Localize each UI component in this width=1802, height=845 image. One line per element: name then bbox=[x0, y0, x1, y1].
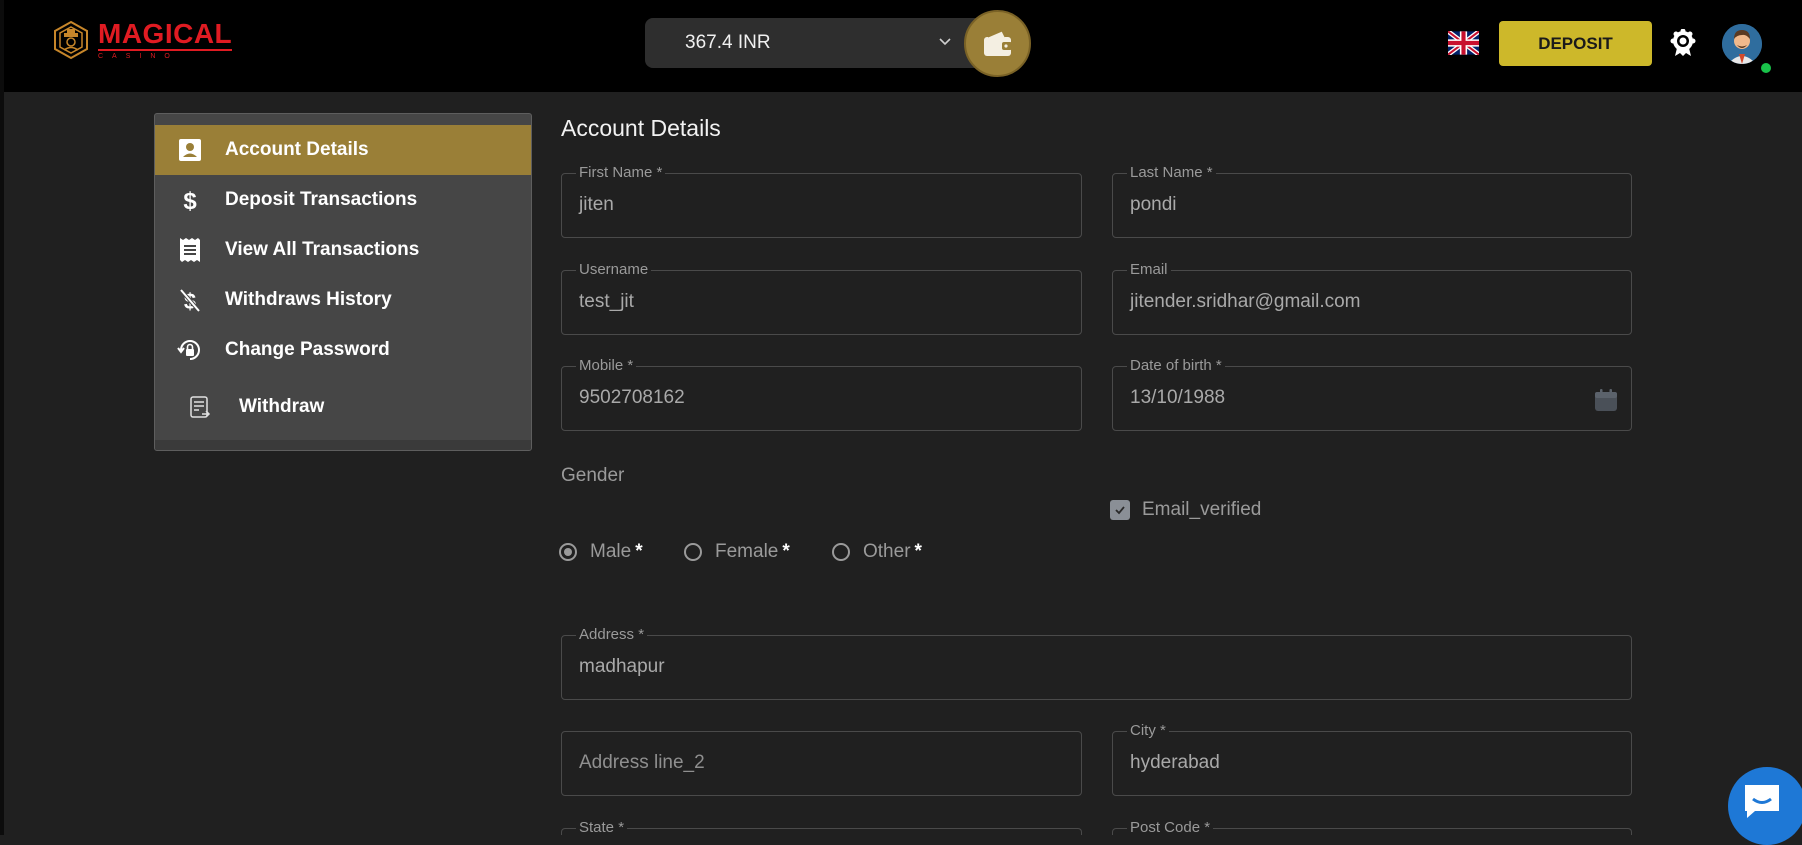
withdraw-document-icon bbox=[187, 394, 213, 420]
money-off-icon: $ bbox=[177, 287, 203, 313]
wallet-button[interactable] bbox=[964, 10, 1031, 77]
username-value: test_jit bbox=[579, 291, 634, 312]
account-sidebar: Account Details $ Deposit Transactions V… bbox=[154, 113, 532, 451]
radio-circle bbox=[684, 543, 702, 561]
first-name-label: First Name * bbox=[576, 164, 666, 182]
top-header: MAGICAL CASINO 367.4 INR DEPOSIT bbox=[4, 0, 1802, 92]
required-marker: * bbox=[914, 541, 922, 562]
logo-subtext: CASINO bbox=[98, 53, 179, 60]
account-box-icon bbox=[177, 137, 203, 163]
window-edge bbox=[0, 0, 4, 835]
email-verified-label: Email_verified bbox=[1142, 499, 1262, 520]
post-code-field[interactable]: Post Code * bbox=[1112, 819, 1632, 837]
email-verified-checkbox[interactable] bbox=[1110, 500, 1130, 520]
date-of-birth-value: 13/10/1988 bbox=[1130, 387, 1226, 408]
sidebar-footer-strip bbox=[155, 440, 531, 450]
live-chat-button[interactable] bbox=[1728, 767, 1802, 845]
mobile-label: Mobile * bbox=[576, 357, 637, 375]
date-of-birth-field[interactable]: Date of birth * 13/10/1988 bbox=[1112, 357, 1632, 431]
email-field[interactable]: Email jitender.sridhar@gmail.com bbox=[1112, 261, 1632, 335]
gender-radio-male[interactable]: Male * bbox=[559, 541, 643, 563]
dollar-icon: $ bbox=[177, 187, 203, 213]
chat-bubble-icon bbox=[1745, 785, 1779, 818]
gender-label: Gender bbox=[561, 465, 625, 486]
sidebar-item-withdraw[interactable]: Withdraw bbox=[155, 382, 531, 432]
address-label: Address * bbox=[576, 626, 648, 644]
avatar-icon bbox=[1722, 24, 1762, 64]
svg-text:$: $ bbox=[183, 188, 197, 213]
site-logo[interactable]: MAGICAL CASINO bbox=[52, 18, 233, 60]
mobile-field[interactable]: Mobile * 9502708162 bbox=[561, 357, 1082, 431]
address-value: madhapur bbox=[579, 656, 665, 677]
email-value: jitender.sridhar@gmail.com bbox=[1130, 291, 1361, 312]
sidebar-item-view-all-transactions[interactable]: View All Transactions bbox=[155, 225, 531, 275]
address-line-2-field[interactable]: Address line_2 bbox=[561, 731, 1082, 796]
wallet-icon bbox=[983, 29, 1012, 56]
email-label: Email bbox=[1127, 261, 1171, 279]
sidebar-item-deposit-transactions[interactable]: $ Deposit Transactions bbox=[155, 175, 531, 225]
logo-text: MAGICAL bbox=[98, 18, 233, 51]
rewards-badge-icon[interactable] bbox=[1669, 29, 1697, 57]
last-name-value: pondi bbox=[1130, 194, 1177, 215]
sidebar-item-label: View All Transactions bbox=[225, 239, 420, 260]
chevron-down-icon bbox=[939, 38, 951, 46]
user-avatar[interactable] bbox=[1722, 24, 1762, 64]
first-name-field[interactable]: First Name * jiten bbox=[561, 164, 1082, 238]
sidebar-item-label: Withdraws History bbox=[225, 289, 392, 310]
address-field[interactable]: Address * madhapur bbox=[561, 626, 1632, 700]
balance-dropdown[interactable]: 367.4 INR bbox=[645, 18, 985, 68]
sidebar-item-label: Change Password bbox=[225, 339, 390, 360]
sidebar-item-change-password[interactable]: Change Password bbox=[155, 325, 531, 375]
state-field[interactable]: State * bbox=[561, 819, 1082, 837]
state-label: State * bbox=[576, 819, 628, 837]
username-field[interactable]: Username test_jit bbox=[561, 261, 1082, 335]
gender-radio-female[interactable]: Female * bbox=[684, 541, 790, 563]
required-marker: * bbox=[635, 541, 643, 562]
sidebar-item-label: Deposit Transactions bbox=[225, 189, 418, 210]
radio-circle bbox=[832, 543, 850, 561]
logo-emblem-icon bbox=[54, 20, 88, 60]
city-value: hyderabad bbox=[1130, 752, 1220, 773]
deposit-button[interactable]: DEPOSIT bbox=[1499, 21, 1652, 66]
date-of-birth-label: Date of birth * bbox=[1127, 357, 1225, 375]
last-name-label: Last Name * bbox=[1127, 164, 1216, 182]
gender-radio-other[interactable]: Other * bbox=[832, 541, 922, 563]
sidebar-item-label: Account Details bbox=[225, 139, 369, 160]
sidebar-item-account-details[interactable]: Account Details bbox=[155, 125, 531, 175]
username-label: Username bbox=[576, 261, 652, 279]
first-name-value: jiten bbox=[579, 194, 614, 215]
city-field[interactable]: City * hyderabad bbox=[1112, 722, 1632, 796]
uk-flag-icon[interactable] bbox=[1448, 31, 1479, 55]
balance-amount: 367.4 INR bbox=[685, 32, 771, 53]
address-line-2-placeholder: Address line_2 bbox=[579, 752, 705, 773]
mobile-value: 9502708162 bbox=[579, 387, 685, 408]
radio-circle bbox=[559, 543, 577, 561]
check-icon bbox=[1115, 506, 1125, 515]
page-title: Account Details bbox=[561, 115, 721, 141]
last-name-field[interactable]: Last Name * pondi bbox=[1112, 164, 1632, 238]
sidebar-item-label: Withdraw bbox=[239, 396, 325, 417]
radio-label: Female bbox=[715, 541, 779, 562]
required-marker: * bbox=[782, 541, 790, 562]
sidebar-item-withdraws-history[interactable]: $ Withdraws History bbox=[155, 275, 531, 325]
city-label: City * bbox=[1127, 722, 1169, 740]
online-status-dot bbox=[1761, 63, 1771, 73]
receipt-icon bbox=[177, 237, 203, 263]
post-code-label: Post Code * bbox=[1127, 819, 1214, 837]
radio-label: Other bbox=[863, 541, 911, 562]
lock-reset-icon bbox=[177, 337, 203, 363]
calendar-icon[interactable] bbox=[1593, 387, 1619, 413]
radio-label: Male bbox=[590, 541, 632, 562]
